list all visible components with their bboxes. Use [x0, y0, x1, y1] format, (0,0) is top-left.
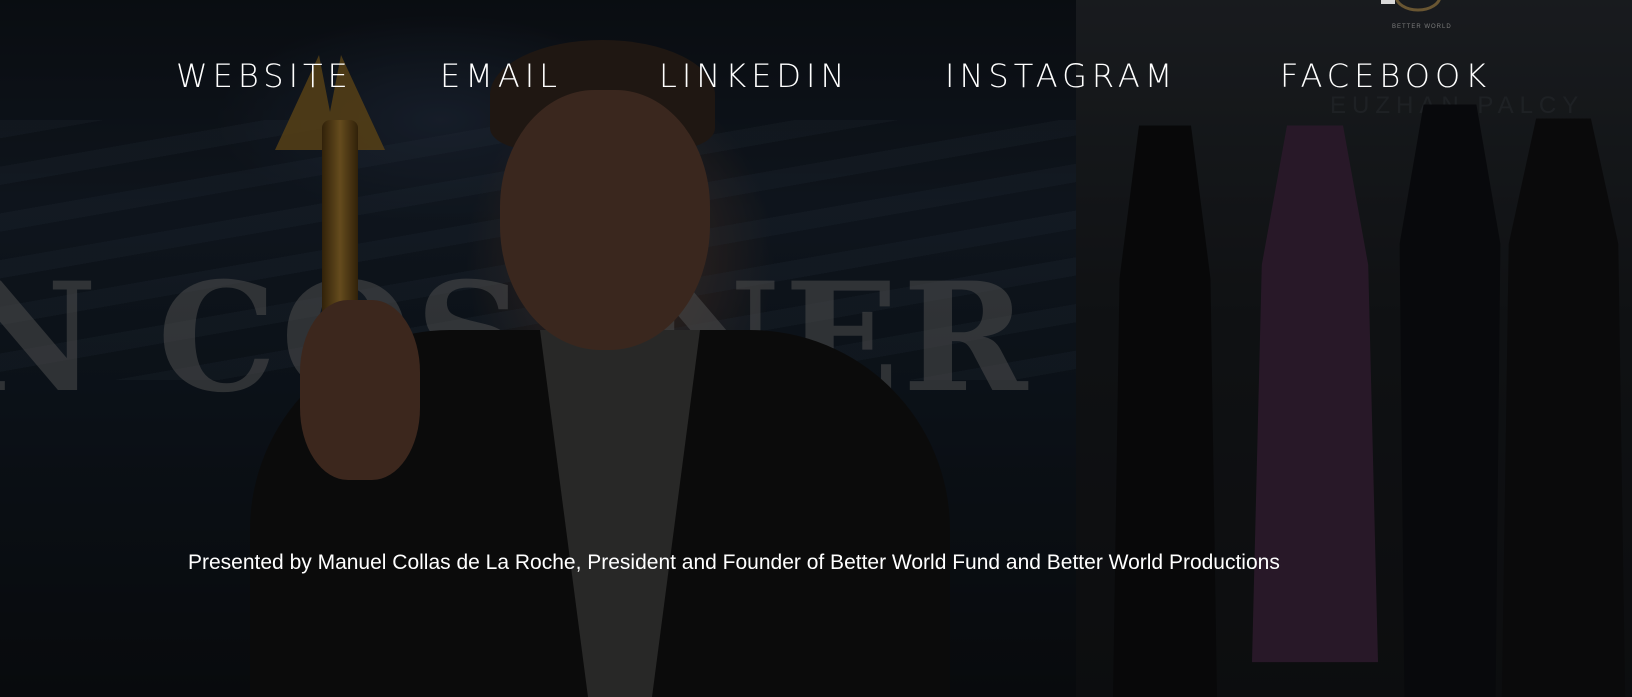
logo-text: BETTER WORLD: [1392, 24, 1452, 30]
nav-link-email[interactable]: EMAIL: [440, 56, 562, 96]
nav-link-website[interactable]: WEBSITE: [176, 56, 353, 96]
dark-overlay: [0, 0, 1632, 697]
hero-section: N COSTNER EUZHAN PALCY BETTER WORLD WEBS…: [0, 0, 1632, 697]
nav-link-instagram[interactable]: INSTAGRAM: [945, 56, 1177, 96]
nav-link-linkedin[interactable]: LINKEDIN: [659, 56, 849, 96]
photo-caption: Presented by Manuel Collas de La Roche, …: [188, 551, 1280, 574]
better-world-logo-icon: BETTER WORLD: [1392, 0, 1452, 30]
social-nav: WEBSITE EMAIL LINKEDIN INSTAGRAM FACEBOO…: [0, 56, 1632, 96]
nav-link-facebook[interactable]: FACEBOOK: [1280, 56, 1491, 96]
